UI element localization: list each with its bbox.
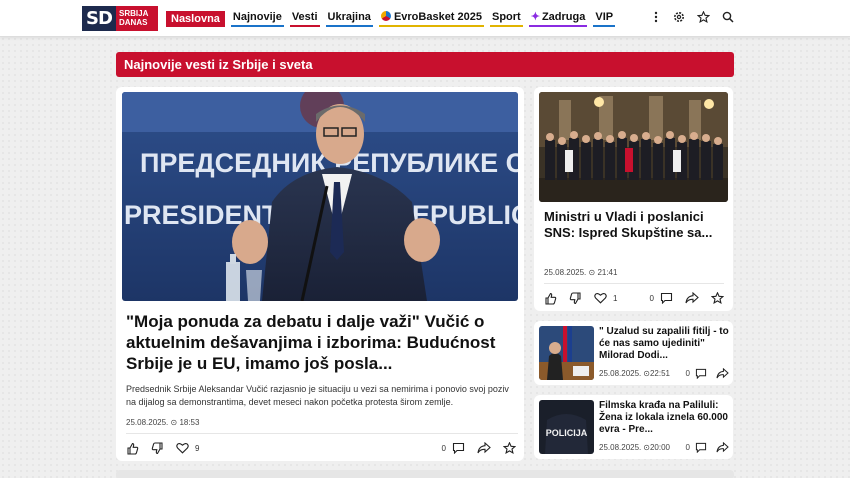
main-article-like-count: 9 bbox=[195, 443, 200, 453]
clock-icon: ⊙ bbox=[643, 369, 650, 378]
main-article-comment-count: 0 bbox=[441, 443, 446, 453]
side-article-title[interactable]: Ministri u Vladi i poslanici SNS: Ispred… bbox=[544, 209, 724, 241]
dislike-thumb-icon[interactable] bbox=[569, 291, 582, 305]
comment-icon[interactable] bbox=[452, 442, 465, 454]
side-article-like-count: 1 bbox=[613, 293, 618, 303]
next-section-edge bbox=[116, 470, 734, 478]
small-article-image[interactable]: POLICIJA bbox=[539, 400, 594, 454]
small-article-title[interactable]: Filmska krađa na Paliluli: Žena iz lokal… bbox=[599, 400, 729, 436]
main-article-card[interactable]: ПРЕДСЕДНИК РЕПУБЛИКЕ СРБ PRESIDENT OF TH… bbox=[116, 87, 524, 461]
comment-icon[interactable] bbox=[695, 368, 707, 379]
small-article-title[interactable]: " Uzalud su zapalili fitilj - to će nas … bbox=[599, 326, 729, 362]
nav-item-evrobasket-label: EvroBasket 2025 bbox=[393, 10, 482, 23]
share-icon[interactable] bbox=[685, 292, 699, 304]
side-article-date: 25.08.2025. bbox=[544, 268, 587, 277]
side-article-meta: 25.08.2025. ⊙ 21:41 bbox=[544, 268, 617, 277]
nav-item-najnovije[interactable]: Najnovije bbox=[230, 11, 284, 27]
main-article-actions: 9 0 bbox=[126, 440, 516, 456]
nav-item-ukrajina[interactable]: Ukrajina bbox=[325, 11, 373, 27]
nav-item-sport[interactable]: Sport bbox=[490, 11, 523, 27]
share-icon[interactable] bbox=[716, 442, 729, 453]
logo-mark: SD bbox=[82, 6, 116, 31]
nav-item-zadruga[interactable]: ✦ Zadruga bbox=[528, 10, 588, 27]
side-article-comment-count: 0 bbox=[649, 293, 654, 303]
bookmark-star-icon[interactable] bbox=[503, 442, 516, 454]
nav-item-vip[interactable]: VIP bbox=[593, 11, 616, 27]
clock-icon: ⊙ bbox=[643, 443, 650, 452]
basketball-icon bbox=[380, 10, 391, 21]
zadruga-star-icon: ✦ bbox=[530, 11, 540, 23]
nav-item-evrobasket[interactable]: EvroBasket 2025 bbox=[378, 10, 484, 27]
heart-icon[interactable] bbox=[176, 442, 189, 454]
logo-line2: DANAS bbox=[119, 18, 148, 27]
small-article-card[interactable]: " Uzalud su zapalili fitilj - to će nas … bbox=[534, 321, 733, 385]
share-icon[interactable] bbox=[716, 368, 729, 379]
main-article-divider bbox=[126, 433, 518, 434]
small-article-date: 25.08.2025. bbox=[599, 443, 642, 452]
side-article-divider bbox=[544, 283, 724, 284]
dislike-thumb-icon[interactable] bbox=[151, 441, 164, 455]
small-article-time: 20:00 bbox=[649, 443, 670, 452]
nav-item-naslovna[interactable]: Naslovna bbox=[166, 10, 225, 27]
favorite-star-icon[interactable] bbox=[697, 11, 710, 23]
main-article-title[interactable]: "Moja ponuda za debatu i dalje važi" Vuč… bbox=[126, 311, 516, 374]
more-vertical-icon[interactable] bbox=[651, 11, 661, 23]
like-thumb-icon[interactable] bbox=[544, 292, 557, 305]
small-article-time: 22:51 bbox=[649, 369, 670, 378]
small-article-meta: 25.08.2025. ⊙ 20:00 0 bbox=[599, 442, 729, 453]
main-article-description: Predsednik Srbije Aleksandar Vučić razja… bbox=[126, 384, 509, 407]
site-header: SD SRBIJA DANAS Naslovna Najnovije Vesti… bbox=[0, 0, 850, 37]
main-article-meta: 25.08.2025. ⊙ 18:53 bbox=[126, 418, 199, 427]
main-article-time: 18:53 bbox=[179, 418, 200, 427]
side-article-time: 21:41 bbox=[597, 268, 618, 277]
site-logo[interactable]: SD SRBIJA DANAS bbox=[82, 6, 158, 31]
comment-icon[interactable] bbox=[695, 442, 707, 453]
search-icon[interactable] bbox=[722, 11, 734, 23]
side-article-image[interactable] bbox=[539, 92, 728, 202]
main-nav: Naslovna Najnovije Vesti Ukrajina EvroBa… bbox=[166, 10, 616, 27]
small-article-comment-count: 0 bbox=[685, 369, 690, 378]
small-article-meta: 25.08.2025. ⊙ 22:51 0 bbox=[599, 368, 729, 379]
share-icon[interactable] bbox=[477, 442, 491, 454]
section-title: Najnovije vesti iz Srbije i sveta bbox=[116, 52, 734, 77]
small-article-date: 25.08.2025. bbox=[599, 369, 642, 378]
main-article-image[interactable]: ПРЕДСЕДНИК РЕПУБЛИКЕ СРБ PRESIDENT OF TH… bbox=[122, 92, 518, 301]
bookmark-star-icon[interactable] bbox=[711, 292, 724, 304]
clock-icon: ⊙ bbox=[588, 268, 596, 277]
comment-icon[interactable] bbox=[660, 292, 673, 304]
nav-item-vesti[interactable]: Vesti bbox=[289, 11, 320, 27]
settings-gear-icon[interactable] bbox=[673, 11, 685, 23]
heart-icon[interactable] bbox=[594, 292, 607, 304]
image-caption-policija: POLICIJA bbox=[546, 428, 588, 438]
side-article-card[interactable]: Ministri u Vladi i poslanici SNS: Ispred… bbox=[534, 87, 733, 311]
clock-icon: ⊙ bbox=[170, 418, 178, 427]
side-article-actions: 1 0 bbox=[544, 290, 724, 306]
small-article-image[interactable] bbox=[539, 326, 594, 380]
header-icons bbox=[651, 11, 734, 23]
small-article-card[interactable]: POLICIJA Filmska krađa na Paliluli: Žena… bbox=[534, 395, 733, 459]
main-article-date: 25.08.2025. bbox=[126, 418, 169, 427]
logo-name: SRBIJA DANAS bbox=[116, 6, 158, 31]
small-article-comment-count: 0 bbox=[685, 443, 690, 452]
logo-line1: SRBIJA bbox=[119, 9, 149, 18]
nav-item-zadruga-label: Zadruga bbox=[541, 11, 586, 23]
like-thumb-icon[interactable] bbox=[126, 442, 139, 455]
